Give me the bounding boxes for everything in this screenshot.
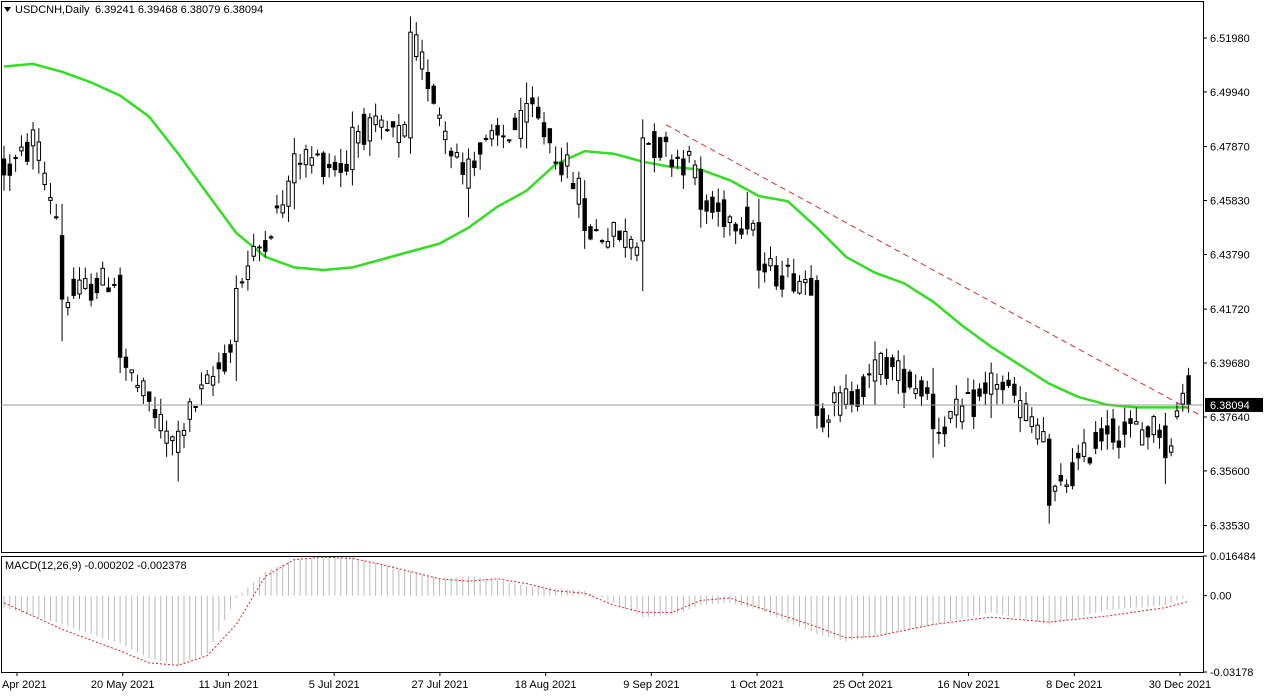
macd-y-tick-label: 0.00 — [1210, 591, 1231, 603]
y-tick-label: 6.39680 — [1210, 358, 1250, 370]
y-tick-label: 6.41720 — [1210, 304, 1250, 316]
x-tick-label: 11 Jun 2021 — [199, 679, 259, 691]
y-tick-label: 6.33530 — [1210, 521, 1250, 533]
x-tick-label: 16 Nov 2021 — [937, 679, 999, 691]
y-tick-label: 6.45830 — [1210, 196, 1250, 208]
candle — [117, 267, 123, 374]
y-tick-label: 6.35600 — [1210, 466, 1250, 478]
macd-label: MACD(12,26,9) -0.000202 -0.002378 — [5, 560, 187, 572]
macd-chart-frame — [1, 556, 1204, 673]
candle — [814, 275, 820, 429]
y-tick-label: 6.37640 — [1210, 412, 1250, 424]
ohlc-label: 6.39241 6.39468 6.38079 6.38094 — [95, 4, 263, 16]
x-tick-label: 8 Dec 2021 — [1046, 679, 1102, 691]
candle — [408, 16, 413, 154]
symbol-label: USDCNH,Daily — [15, 4, 90, 16]
macd-y-tick-label: -0.03178 — [1210, 667, 1253, 679]
main-chart-frame — [1, 1, 1204, 553]
y-tick-label: 6.49940 — [1210, 87, 1250, 99]
current-price-label: 6.38094 — [1210, 400, 1250, 412]
x-tick-label: 27 Jul 2021 — [411, 679, 468, 691]
x-tick-label: 9 Sep 2021 — [623, 679, 679, 691]
candle — [431, 83, 436, 105]
candle — [361, 107, 367, 151]
y-tick-label: 6.47870 — [1210, 142, 1250, 154]
x-tick-label: 25 Oct 2021 — [833, 679, 893, 691]
y-tick-label: 6.43790 — [1210, 249, 1250, 261]
chart-area[interactable]: 6.51980 6.49940 6.47870 6.45830 6.43790 6.417… — [0, 0, 1266, 693]
candle — [657, 136, 663, 161]
candle — [907, 369, 913, 390]
x-tick-label: 18 Aug 2021 — [515, 679, 577, 691]
x-tick-label: 20 May 2021 — [91, 679, 155, 691]
candle — [588, 224, 593, 241]
x-tick-label: 30 Dec 2021 — [1149, 679, 1211, 691]
x-tick-label: 28 Apr 2021 — [0, 679, 47, 691]
chart-svg[interactable]: 6.51980 6.49940 6.47870 6.45830 6.43790 6.417… — [0, 0, 1266, 693]
macd-y-tick-label: 0.016484 — [1210, 551, 1256, 563]
x-tick-label: 5 Jul 2021 — [309, 679, 360, 691]
x-tick-label: 1 Oct 2021 — [730, 679, 784, 691]
y-tick-label: 6.51980 — [1210, 33, 1250, 45]
